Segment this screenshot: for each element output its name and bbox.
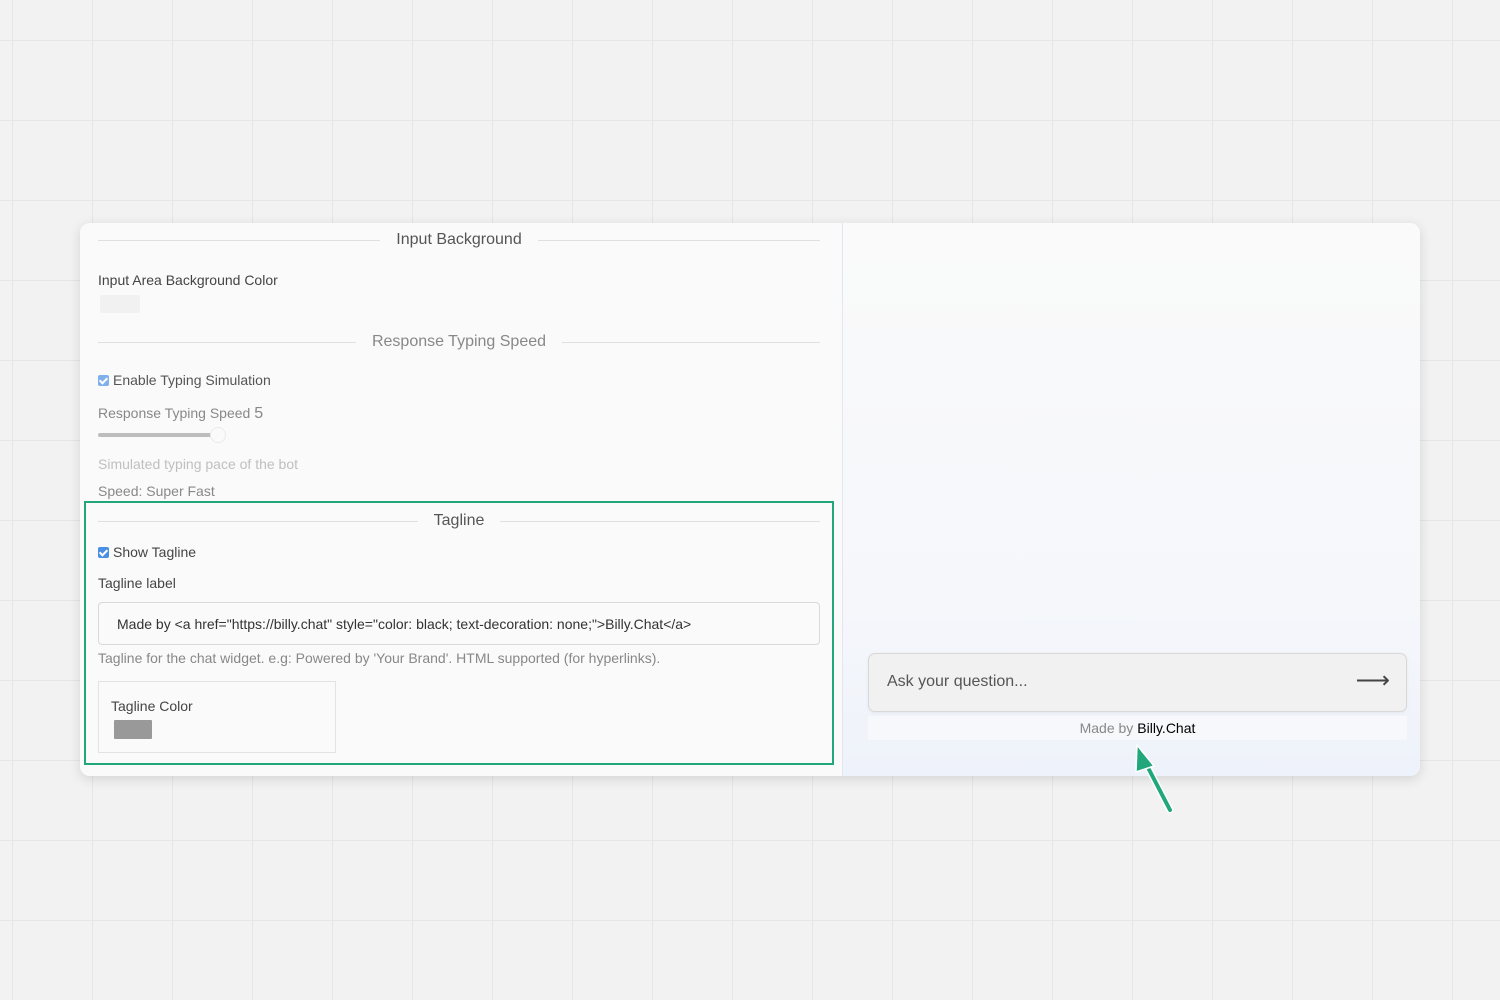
arrow-right-icon[interactable]: ⟶ [1356,666,1390,696]
typing-speed-help: Simulated typing pace of the bot [98,456,299,472]
tagline-color-swatch[interactable] [114,720,152,739]
tagline-brand-link[interactable]: Billy.Chat [1137,720,1195,736]
show-tagline-label: Show Tagline [113,544,197,560]
typing-speed-slider-thumb[interactable] [210,427,226,443]
typing-speed-label: Response Typing Speed 5 [98,405,263,423]
chat-input-placeholder: Ask your question... [887,673,1028,690]
enable-typing-checkbox[interactable] [98,374,109,386]
widget-settings-card: Input Background Input Area Background C… [80,223,1420,776]
typing-speed-label-text: Response Typing Speed [98,405,251,421]
section-divider-input-background: Input Background [98,228,821,252]
section-divider-typing-speed: Response Typing Speed [98,330,820,354]
typing-speed-slider-track[interactable] [98,433,213,437]
chat-tagline: Made by Billy.Chat [868,716,1407,740]
chat-question-input[interactable]: Ask your question... ⟶ [868,653,1407,712]
input-background-color-swatch[interactable] [100,295,140,313]
tagline-label-title: Tagline label [98,575,176,591]
section-title: Response Typing Speed [371,333,547,350]
tagline-color-label: Tagline Color [111,698,193,714]
typing-speed-text: Speed: Super Fast [98,483,215,499]
tagline-color-box: Tagline Color [98,681,336,753]
section-title: Input Background [396,231,522,248]
annotation-arrow-icon [1135,744,1174,814]
tagline-label-input[interactable]: Made by <a href="https://billy.chat" sty… [98,602,820,645]
chat-preview-panel: Ask your question... ⟶ Made by Billy.Cha… [843,223,1420,776]
tagline-help-text: Tagline for the chat widget. e.g: Powere… [98,650,661,666]
section-divider-tagline: Tagline [98,509,821,533]
section-title: Tagline [433,512,485,529]
tagline-prefix: Made by [1079,720,1134,736]
show-tagline-row[interactable]: Show Tagline [98,544,196,560]
show-tagline-checkbox[interactable] [98,546,109,558]
enable-typing-row[interactable]: Enable Typing Simulation [98,372,271,388]
settings-panel: Input Background Input Area Background C… [80,223,843,776]
typing-speed-value: 5 [254,405,264,422]
enable-typing-label: Enable Typing Simulation [113,372,271,388]
input-background-color-label: Input Area Background Color [98,272,278,288]
